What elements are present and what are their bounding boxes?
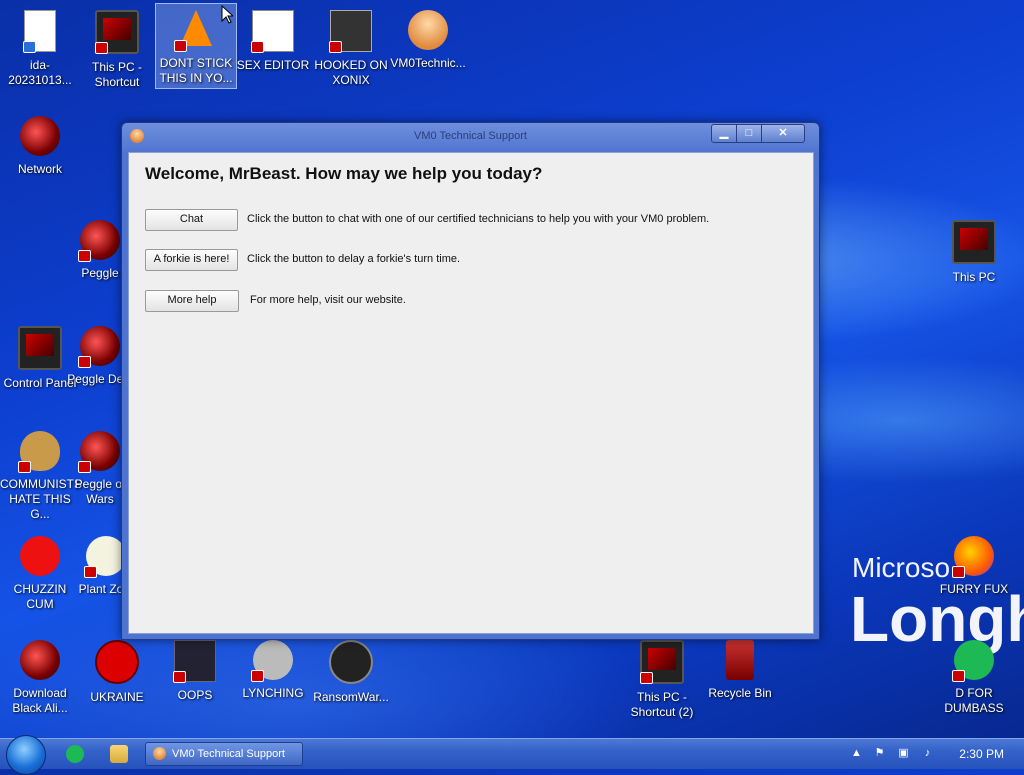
desktop-icon-lynching[interactable]: LYNCHING [233,634,313,701]
desktop-icon-sex-editor[interactable]: SEX EDITOR [233,4,313,73]
more-help-button[interactable]: More help [145,290,239,312]
desktop-icon-label: OOPS [177,688,213,702]
minimize-icon: ▁ [719,127,729,139]
system-tray: ▲ ⚑ ▣ ♪ 2:30 PM [848,739,1024,769]
desktop-icon-label: Download Black Ali... [12,686,68,715]
desktop-icon-label: VM0Technic... [390,56,466,70]
desktop-icon-ransomware[interactable]: RansomWar... [311,634,391,705]
network-orb-icon [20,116,60,156]
peggle-wars-icon [78,431,120,473]
money-bag-icon [18,431,60,473]
noose-icon [251,640,293,682]
window-titlebar[interactable]: VM0 Technical Support ▁ □ ✕ [122,123,819,151]
desktop-icon-label: This PC - Shortcut [91,60,142,89]
desktop-icon-network[interactable]: Network [0,110,80,177]
desktop-icon-label: FURRY FUX [939,582,1009,596]
document-icon [23,10,56,53]
taskbar-button-label: VM0 Technical Support [172,748,285,760]
desktop-icon-label: LYNCHING [242,686,304,700]
desktop-icon-label: This PC [952,270,996,284]
volume-icon[interactable]: ♪ [921,747,934,760]
skull-icon [329,640,373,684]
app-icon [173,640,216,683]
green-app-icon [952,640,994,682]
network-icon[interactable]: ▣ [897,747,910,760]
window-client-area: Welcome, MrBeast. How may we help you to… [128,152,814,634]
folder-icon[interactable] [110,745,128,763]
desktop-icon-label: RansomWar... [313,690,389,704]
desktop-icon-label: HOOKED ON XONIX [314,58,388,87]
desktop-icon-label: UKRAINE [90,690,144,704]
recycle-bin-icon [726,640,754,680]
maximize-button[interactable]: □ [736,124,762,143]
desktop-icon-label: SEX EDITOR [236,58,310,72]
desktop-icon-label: D FOR DUMBASS [944,686,1004,715]
desktop-icon-hooked-on-xonix[interactable]: HOOKED ON XONIX [311,4,391,88]
desktop-icon-label: Network [17,162,62,176]
peggle-icon [78,220,120,262]
desktop-icon-ida[interactable]: ida-20231013... [0,4,80,88]
desktop-icon-label: This PC - Shortcut (2) [630,690,694,719]
control-panel-icon [18,326,62,370]
hxd-icon [251,10,294,53]
xonix-icon [329,10,372,53]
forkie-description: Click the button to delay a forkie's tur… [247,253,461,265]
clock[interactable]: 2:30 PM [959,747,1004,761]
desktop-icon-d-for-dumbass[interactable]: D FOR DUMBASS [934,634,1014,716]
maximize-icon: □ [745,127,753,139]
chat-button[interactable]: Chat [145,209,238,231]
quicklaunch-app-icon[interactable] [66,745,84,763]
welcome-heading: Welcome, MrBeast. How may we help you to… [145,164,543,183]
radiation-icon [95,640,139,684]
flag-icon[interactable]: ⚑ [873,747,886,760]
desktop-icon-download[interactable]: Download Black Ali... [0,634,80,716]
desktop-icon-oops[interactable]: OOPS [155,634,235,703]
flower-icon [84,536,126,578]
desktop-icon-furry-fux[interactable]: FURRY FUX [934,530,1014,597]
computer-icon [640,640,684,684]
chuzzle-icon [20,536,60,576]
show-hidden-icons-icon[interactable]: ▲ [850,747,863,760]
firefox-icon [952,536,994,578]
doctor-icon [408,10,448,50]
desktop-icon-label: Recycle Bin [708,686,772,700]
peggle-deluxe-icon [78,326,120,368]
desktop-icon-this-pc[interactable]: This PC [934,214,1014,285]
minimize-button[interactable]: ▁ [711,124,737,143]
doctor-icon [153,747,166,760]
desktop-icon-this-pc-shortcut-2[interactable]: This PC - Shortcut (2) [622,634,702,720]
forkie-button[interactable]: A forkie is here! [145,249,238,271]
orb-icon [20,640,60,680]
computer-icon [952,220,996,264]
computer-icon [95,10,139,54]
desktop-icon-this-pc-shortcut[interactable]: This PC - Shortcut [77,4,157,90]
support-window: VM0 Technical Support ▁ □ ✕ Welcome, MrB… [121,122,820,640]
desktop-icon-recycle-bin[interactable]: Recycle Bin [700,634,780,701]
chat-description: Click the button to chat with one of our… [247,213,710,225]
close-icon: ✕ [778,127,788,139]
desktop-icon-vm0technic[interactable]: VM0Technic... [388,4,468,71]
taskbar: VM0 Technical Support ▲ ⚑ ▣ ♪ 2:30 PM [0,735,1024,775]
taskbar-button-support[interactable]: VM0 Technical Support [145,742,303,766]
desktop-icon-label: ida-20231013... [8,58,72,87]
desktop-icon-label: DONT STICK THIS IN YO... [159,56,233,85]
desktop-icon-ukraine[interactable]: UKRAINE [77,634,157,705]
start-orb-button[interactable] [6,735,46,775]
close-button[interactable]: ✕ [761,124,805,143]
vlc-cone-icon [174,10,216,52]
more-help-description: For more help, visit our website. [250,294,406,306]
mouse-cursor-icon [221,5,233,24]
